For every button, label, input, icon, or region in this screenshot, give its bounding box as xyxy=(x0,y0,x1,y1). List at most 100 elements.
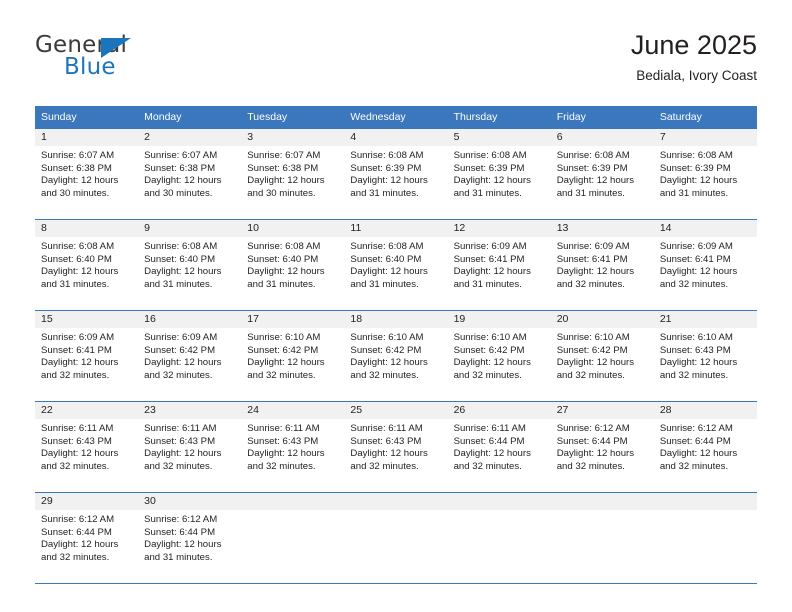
daylight-text-line2: and 32 minutes. xyxy=(350,369,419,381)
calendar-week-row: 15 Sunrise: 6:09 AM Sunset: 6:41 PM Dayligh… xyxy=(35,310,757,402)
day-info: Sunrise: 6:12 AM Sunset: 6:44 PM Daylight:… xyxy=(654,419,757,473)
day-cell[interactable]: 28 Sunrise: 6:12 AM Sunset: 6:44 PM Dayligh… xyxy=(653,401,757,493)
day-cell[interactable]: 24 Sunrise: 6:11 AM Sunset: 6:43 PM Dayligh… xyxy=(241,401,345,493)
sunrise-text: Sunrise: 6:11 AM xyxy=(41,423,114,434)
day-info: Sunrise: 6:08 AM Sunset: 6:40 PM Daylight:… xyxy=(344,237,447,291)
daylight-text-line1: Daylight: 12 hours xyxy=(659,266,738,278)
day-number xyxy=(344,493,448,510)
day-cell[interactable]: 23 Sunrise: 6:11 AM Sunset: 6:43 PM Dayligh… xyxy=(138,401,242,493)
sunset-text: Sunset: 6:39 PM xyxy=(350,162,422,174)
daylight-text-line2: and 32 minutes. xyxy=(350,460,419,472)
day-cell[interactable]: 21 Sunrise: 6:10 AM Sunset: 6:43 PM Dayligh… xyxy=(653,310,757,402)
day-cell[interactable]: 19 Sunrise: 6:10 AM Sunset: 6:42 PM Dayligh… xyxy=(447,310,551,402)
weekday-header-thursday: Thursday xyxy=(447,106,551,129)
day-number: 7 xyxy=(653,129,757,146)
day-cell[interactable]: 26 Sunrise: 6:11 AM Sunset: 6:44 PM Dayligh… xyxy=(447,401,551,493)
day-cell[interactable]: 20 Sunrise: 6:10 AM Sunset: 6:42 PM Dayligh… xyxy=(550,310,654,402)
daylight-text-line1: Daylight: 12 hours xyxy=(247,175,325,187)
daylight-text-line2: and 32 minutes. xyxy=(144,460,213,472)
day-info: Sunrise: 6:10 AM Sunset: 6:42 PM Daylight:… xyxy=(344,328,447,382)
page-header: General Blue June 2025 Bediala, Ivory Co… xyxy=(35,28,757,98)
day-number: 15 xyxy=(35,311,139,328)
day-number: 6 xyxy=(550,129,654,146)
day-info: Sunrise: 6:08 AM Sunset: 6:40 PM Daylight:… xyxy=(35,237,138,291)
day-number: 12 xyxy=(447,220,551,237)
day-cell[interactable]: 10 Sunrise: 6:08 AM Sunset: 6:40 PM Dayligh… xyxy=(241,219,345,311)
day-cell[interactable]: 9 Sunrise: 6:08 AM Sunset: 6:40 PM Daylight… xyxy=(138,219,242,311)
day-number: 3 xyxy=(241,129,345,146)
daylight-text-line2: and 32 minutes. xyxy=(659,460,729,472)
daylight-text-line1: Daylight: 12 hours xyxy=(659,448,738,460)
day-number: 1 xyxy=(35,129,139,146)
day-info: Sunrise: 6:07 AM Sunset: 6:38 PM Daylight:… xyxy=(241,146,344,200)
day-cell[interactable]: 5 Sunrise: 6:08 AM Sunset: 6:39 PM Daylight… xyxy=(447,128,551,220)
day-cell[interactable]: 12 Sunrise: 6:09 AM Sunset: 6:41 PM Dayligh… xyxy=(447,219,551,311)
day-cell[interactable]: 14 Sunrise: 6:09 AM Sunset: 6:41 PM Dayligh… xyxy=(653,219,757,311)
day-cell[interactable]: 8 Sunrise: 6:08 AM Sunset: 6:40 PM Daylight… xyxy=(35,219,139,311)
daylight-text-line2: and 32 minutes. xyxy=(453,369,522,381)
daylight-text-line1: Daylight: 12 hours xyxy=(144,357,222,369)
daylight-text-line1: Daylight: 12 hours xyxy=(41,175,119,187)
daylight-text-line1: Daylight: 12 hours xyxy=(556,357,635,369)
sunrise-text: Sunrise: 6:08 AM xyxy=(144,241,218,252)
daylight-text-line1: Daylight: 12 hours xyxy=(41,357,119,369)
day-info: Sunrise: 6:08 AM Sunset: 6:40 PM Daylight:… xyxy=(241,237,344,291)
daylight-text-line1: Daylight: 12 hours xyxy=(350,175,428,187)
page-title: June 2025 xyxy=(630,30,757,60)
weekday-header-wednesday: Wednesday xyxy=(344,106,448,129)
sunrise-text: Sunrise: 6:07 AM xyxy=(247,150,321,161)
title-block: June 2025 Bediala, Ivory Coast xyxy=(631,28,757,86)
general-blue-logo[interactable]: General Blue xyxy=(35,32,235,88)
day-cell[interactable]: 6 Sunrise: 6:08 AM Sunset: 6:39 PM Daylight… xyxy=(550,128,654,220)
day-cell[interactable]: 27 Sunrise: 6:12 AM Sunset: 6:44 PM Dayligh… xyxy=(550,401,654,493)
day-info: Sunrise: 6:11 AM Sunset: 6:43 PM Daylight:… xyxy=(344,419,447,473)
sunrise-text: Sunrise: 6:08 AM xyxy=(247,241,321,252)
day-number: 2 xyxy=(138,129,242,146)
daylight-text-line2: and 32 minutes. xyxy=(41,551,110,563)
day-cell[interactable]: 11 Sunrise: 6:08 AM Sunset: 6:40 PM Dayligh… xyxy=(344,219,448,311)
sunrise-text: Sunrise: 6:07 AM xyxy=(41,150,115,161)
day-cell[interactable]: 22 Sunrise: 6:11 AM Sunset: 6:43 PM Dayligh… xyxy=(35,401,139,493)
day-cell[interactable]: 2 Sunrise: 6:07 AM Sunset: 6:38 PM Daylight… xyxy=(138,128,242,220)
day-info: Sunrise: 6:09 AM Sunset: 6:41 PM Daylight:… xyxy=(35,328,138,382)
day-cell-empty xyxy=(447,492,551,584)
daylight-text-line1: Daylight: 12 hours xyxy=(659,357,738,369)
day-cell[interactable]: 7 Sunrise: 6:08 AM Sunset: 6:39 PM Daylight… xyxy=(653,128,757,220)
calendar-week-row: 8 Sunrise: 6:08 AM Sunset: 6:40 PM Daylight… xyxy=(35,219,757,311)
day-cell[interactable]: 15 Sunrise: 6:09 AM Sunset: 6:41 PM Dayligh… xyxy=(35,310,139,402)
day-cell-empty xyxy=(241,492,345,584)
sunrise-text: Sunrise: 6:09 AM xyxy=(453,241,527,252)
day-cell[interactable]: 1 Sunrise: 6:07 AM Sunset: 6:38 PM Daylight… xyxy=(35,128,139,220)
daylight-text-line2: and 32 minutes. xyxy=(41,369,110,381)
sunrise-text: Sunrise: 6:10 AM xyxy=(350,332,424,343)
daylight-text-line1: Daylight: 12 hours xyxy=(453,448,531,460)
sunrise-text: Sunrise: 6:09 AM xyxy=(556,241,630,252)
sunset-text: Sunset: 6:41 PM xyxy=(659,253,731,265)
sunrise-text: Sunrise: 6:07 AM xyxy=(144,150,218,161)
daylight-text-line2: and 31 minutes. xyxy=(556,187,625,199)
day-cell[interactable]: 4 Sunrise: 6:08 AM Sunset: 6:39 PM Daylight… xyxy=(344,128,448,220)
sunset-text: Sunset: 6:44 PM xyxy=(453,435,525,447)
day-number: 11 xyxy=(344,220,448,237)
daylight-text-line2: and 30 minutes. xyxy=(144,187,213,199)
day-cell[interactable]: 25 Sunrise: 6:11 AM Sunset: 6:43 PM Dayligh… xyxy=(344,401,448,493)
day-cell[interactable]: 30 Sunrise: 6:12 AM Sunset: 6:44 PM Dayligh… xyxy=(138,492,242,584)
day-cell[interactable]: 17 Sunrise: 6:10 AM Sunset: 6:42 PM Dayligh… xyxy=(241,310,345,402)
day-info: Sunrise: 6:07 AM Sunset: 6:38 PM Daylight:… xyxy=(138,146,241,200)
day-cell[interactable]: 29 Sunrise: 6:12 AM Sunset: 6:44 PM Dayligh… xyxy=(35,492,139,584)
daylight-text-line1: Daylight: 12 hours xyxy=(453,266,531,278)
day-cell[interactable]: 3 Sunrise: 6:07 AM Sunset: 6:38 PM Daylight… xyxy=(241,128,345,220)
day-cell[interactable]: 18 Sunrise: 6:10 AM Sunset: 6:42 PM Dayligh… xyxy=(344,310,448,402)
day-cell[interactable]: 16 Sunrise: 6:09 AM Sunset: 6:42 PM Dayligh… xyxy=(138,310,242,402)
daylight-text-line2: and 31 minutes. xyxy=(247,278,316,290)
daylight-text-line1: Daylight: 12 hours xyxy=(41,448,119,460)
sunset-text: Sunset: 6:43 PM xyxy=(350,435,422,447)
day-cell[interactable]: 13 Sunrise: 6:09 AM Sunset: 6:41 PM Dayligh… xyxy=(550,219,654,311)
daylight-text-line1: Daylight: 12 hours xyxy=(144,175,222,187)
sunrise-text: Sunrise: 6:08 AM xyxy=(41,241,115,252)
sunrise-text: Sunrise: 6:12 AM xyxy=(41,514,115,525)
daylight-text-line2: and 32 minutes. xyxy=(556,278,625,290)
sunrise-text: Sunrise: 6:08 AM xyxy=(350,241,424,252)
day-cell-empty xyxy=(550,492,654,584)
day-number: 25 xyxy=(344,402,448,419)
